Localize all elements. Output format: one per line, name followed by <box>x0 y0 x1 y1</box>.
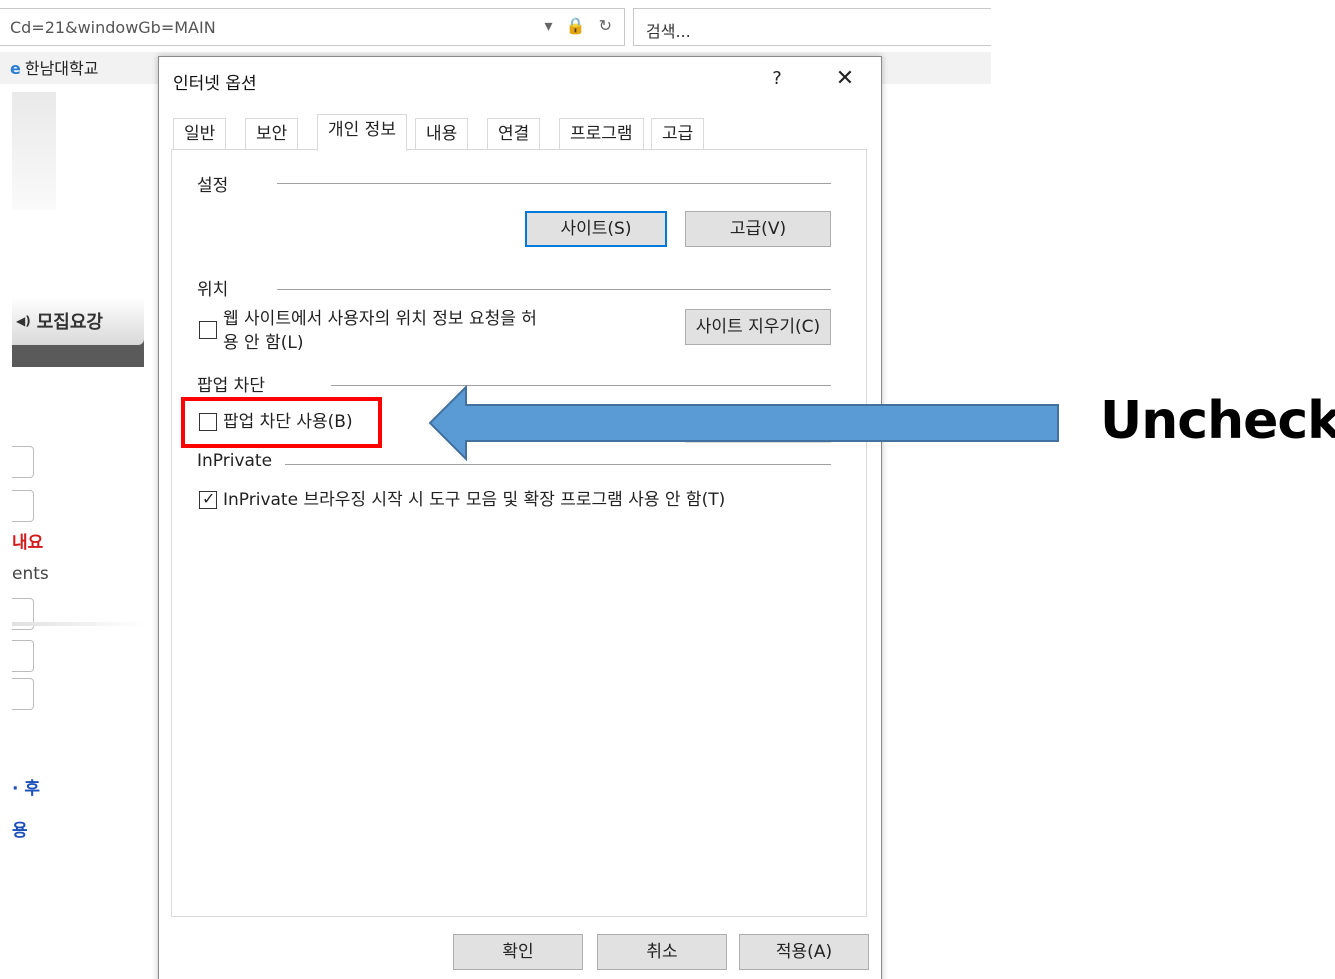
favorites-item-label: 한남대학교 <box>24 59 99 78</box>
tab-content[interactable]: 내용 <box>415 118 469 150</box>
search-placeholder: 검색... <box>646 22 691 41</box>
location-checkbox[interactable] <box>199 321 217 339</box>
speaker-icon: ◀) <box>16 314 31 328</box>
address-bar-icons[interactable]: ▾ 🔒 ↻ <box>544 16 616 35</box>
help-button[interactable]: ? <box>759 65 795 93</box>
tab-general[interactable]: 일반 <box>173 118 227 150</box>
background-link[interactable]: · 후 <box>12 774 40 799</box>
location-divider <box>277 289 831 290</box>
search-input[interactable]: 검색... <box>633 8 991 46</box>
tab-advanced[interactable]: 고급 <box>651 118 705 150</box>
address-bar[interactable]: Cd=21&windowGb=MAIN ▾ 🔒 ↻ <box>0 8 625 46</box>
advanced-button[interactable]: 고급(V) <box>685 211 831 247</box>
inprivate-label: InPrivate <box>197 451 279 471</box>
dialog-title: 인터넷 옵션 <box>173 74 257 94</box>
tab-security[interactable]: 보안 <box>245 118 299 150</box>
background-link[interactable]: 용 <box>12 816 28 841</box>
privacy-tab-panel <box>171 149 867 917</box>
highlight-box <box>181 397 382 448</box>
background-panel <box>12 92 56 210</box>
tab-programs[interactable]: 프로그램 <box>559 118 644 150</box>
background-field[interactable] <box>12 640 34 672</box>
favorites-item[interactable]: e 한남대학교 <box>10 55 98 81</box>
background-text: ents <box>12 564 49 584</box>
background-field[interactable] <box>12 490 34 522</box>
popup-label: 팝업 차단 <box>197 371 271 396</box>
tab-privacy[interactable]: 개인 정보 <box>317 114 407 151</box>
inprivate-checkbox-label[interactable]: InPrivate 브라우징 시작 시 도구 모음 및 확장 프로그램 사용 안… <box>223 489 725 511</box>
left-arrow-icon <box>428 385 1059 461</box>
recruit-label: 모집요강 <box>36 312 103 333</box>
inprivate-checkbox[interactable] <box>199 489 217 509</box>
settings-label: 설정 <box>197 171 235 196</box>
ie-icon: e <box>10 59 21 78</box>
background-field[interactable] <box>12 446 34 478</box>
location-checkbox-label-line1: 웹 사이트에서 사용자의 위치 정보 요청을 허 <box>223 309 537 329</box>
background-divider <box>12 622 144 626</box>
address-text: Cd=21&windowGb=MAIN <box>10 18 216 37</box>
settings-divider <box>277 183 831 184</box>
background-notice: 내요 <box>12 533 44 553</box>
ok-button[interactable]: 확인 <box>453 934 583 970</box>
cancel-button[interactable]: 취소 <box>597 934 727 970</box>
uncheck-annotation: Uncheck <box>1100 391 1335 451</box>
sites-button[interactable]: 사이트(S) <box>525 211 667 247</box>
location-checkbox-label-line2: 용 안 함(L) <box>223 333 304 353</box>
close-button[interactable]: ✕ <box>827 63 863 95</box>
recruit-banner[interactable]: ◀) 모집요강 <box>12 297 144 367</box>
background-field[interactable] <box>12 678 34 710</box>
apply-button[interactable]: 적용(A) <box>739 934 869 970</box>
clear-sites-button[interactable]: 사이트 지우기(C) <box>685 309 831 345</box>
tab-connections[interactable]: 연결 <box>487 118 541 150</box>
inprivate-divider <box>285 464 831 465</box>
location-label: 위치 <box>197 275 235 300</box>
internet-options-dialog: 인터넷 옵션 ? ✕ 일반 보안 개인 정보 내용 연결 프로그램 고급 설정 … <box>158 56 882 979</box>
